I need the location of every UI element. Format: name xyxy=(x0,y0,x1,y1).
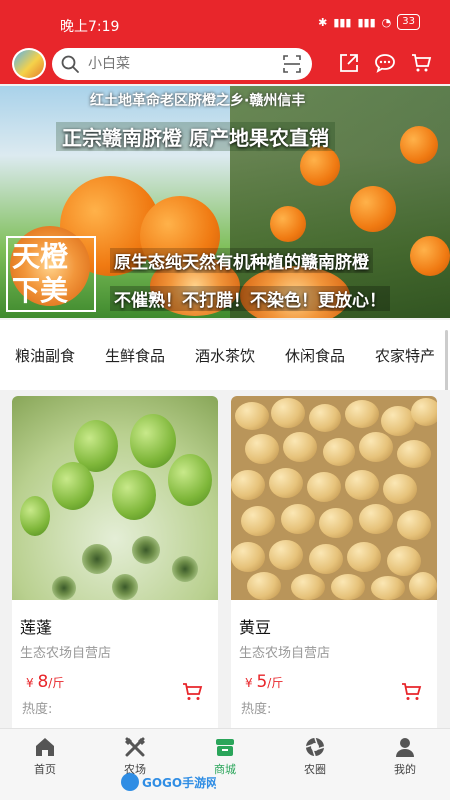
product-heat: 热度: xyxy=(241,702,272,717)
search-input[interactable] xyxy=(88,54,268,74)
product-heat: 热度: xyxy=(22,702,53,717)
banner-top-line: 红土地革命老区脐橙之乡·赣州信丰 xyxy=(90,93,306,109)
signal-icon: ▮▮▮ xyxy=(357,15,376,29)
price-currency: ¥ xyxy=(245,676,253,690)
search-icon xyxy=(61,55,79,73)
top-bar xyxy=(0,44,450,84)
product-grid: 莲蓬 生态农场自营店 ¥ 8/斤 热度: 黄豆 生态农场自营店 ¥ 5/斤 热度… xyxy=(0,390,450,736)
banner-line-1: 原生态纯天然有机种植的赣南脐橙 xyxy=(110,248,373,273)
category-bar: 粮油副食 生鲜食品 酒水茶饮 休闲食品 农家特产 xyxy=(0,320,450,390)
category-tab[interactable]: 生鲜食品 xyxy=(105,345,165,366)
price-value: 5 xyxy=(256,672,268,692)
category-tab[interactable]: 粮油副食 xyxy=(15,345,75,366)
gogo-watermark-logo: GOGO手游网 xyxy=(121,773,216,791)
orange-fruit-image xyxy=(400,126,438,164)
add-to-cart-icon[interactable] xyxy=(401,682,423,702)
mall-icon xyxy=(216,739,234,756)
status-icons: ✱ ▮▮▮ ▮▮▮ ◔ 33 xyxy=(318,14,420,30)
orange-fruit-image xyxy=(350,186,396,232)
product-price: ¥ 8/斤 xyxy=(26,672,64,692)
person-icon xyxy=(396,738,414,757)
farm-tools-icon xyxy=(125,737,145,757)
orange-fruit-image xyxy=(270,206,306,242)
share-icon[interactable] xyxy=(338,52,360,74)
product-name: 黄豆 xyxy=(239,618,272,637)
price-unit: /斤 xyxy=(267,676,284,690)
status-bar: 晚上7:19 ✱ ▮▮▮ ▮▮▮ ◔ 33 xyxy=(0,0,450,44)
top-actions xyxy=(338,52,432,74)
home-icon xyxy=(36,738,54,756)
tab-mine[interactable]: 我的 xyxy=(360,729,450,800)
wifi-icon: ◔ xyxy=(381,15,392,29)
banner-headline: 正宗赣南脐橙 原产地果农直销 xyxy=(56,122,335,151)
price-currency: ¥ xyxy=(26,676,34,690)
message-icon[interactable] xyxy=(374,52,396,74)
product-shop: 生态农场自营店 xyxy=(20,646,112,661)
orange-fruit-image xyxy=(300,146,340,186)
banner-line-2: 不催熟！不打腊！不染色！更放心！ xyxy=(110,286,390,311)
product-image-soybean xyxy=(231,396,437,600)
product-card[interactable]: 莲蓬 生态农场自营店 ¥ 8/斤 热度: xyxy=(12,396,218,736)
battery-indicator: 33 xyxy=(397,14,420,30)
hd-signal-icon: ▮▮▮ xyxy=(333,15,352,29)
svg-text:GOGO手游网: GOGO手游网 xyxy=(142,775,216,790)
status-time: 晚上7:19 xyxy=(60,19,120,35)
price-value: 8 xyxy=(37,672,49,692)
scan-icon[interactable] xyxy=(282,54,302,74)
product-card[interactable]: 黄豆 生态农场自营店 ¥ 5/斤 热度: xyxy=(231,396,437,736)
category-tab[interactable]: 农家特产 xyxy=(375,345,435,366)
product-name: 莲蓬 xyxy=(20,618,53,637)
tab-home[interactable]: 首页 xyxy=(0,729,90,800)
tab-circle[interactable]: 农圈 xyxy=(270,729,360,800)
category-tab[interactable]: 酒水茶饮 xyxy=(195,345,255,366)
product-image-lotus xyxy=(12,396,218,600)
bluetooth-icon: ✱ xyxy=(318,15,328,29)
tab-label: 首页 xyxy=(34,763,56,776)
tab-label: 农圈 xyxy=(304,763,326,776)
category-tab[interactable]: 休闲食品 xyxy=(285,345,345,366)
product-price: ¥ 5/斤 xyxy=(245,672,283,692)
cart-icon[interactable] xyxy=(410,52,432,74)
banner-calligraphy: 天橙下美 xyxy=(6,236,96,312)
aperture-icon xyxy=(305,737,325,757)
add-to-cart-icon[interactable] xyxy=(182,682,204,702)
avatar[interactable] xyxy=(12,48,46,80)
product-shop: 生态农场自营店 xyxy=(239,646,331,661)
promo-banner[interactable]: 红土地革命老区脐橙之乡·赣州信丰 正宗赣南脐橙 原产地果农直销 天橙下美 原生态… xyxy=(0,86,450,318)
search-bar[interactable] xyxy=(52,48,312,80)
bottom-tab-bar: 首页 农场 商城 农圈 我的 xyxy=(0,728,450,800)
tab-label: 我的 xyxy=(394,763,416,776)
price-unit: /斤 xyxy=(48,676,65,690)
orange-fruit-image xyxy=(410,236,450,276)
